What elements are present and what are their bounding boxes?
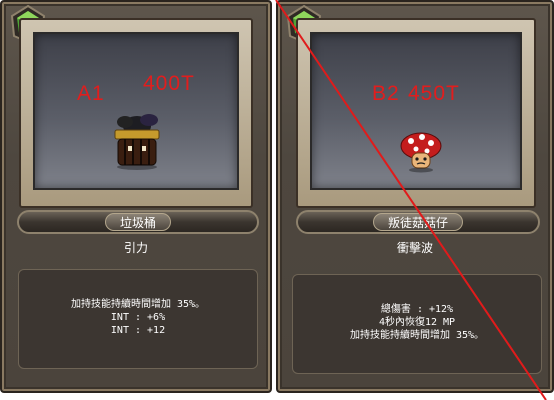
effects-box: 總傷害 : +12% 4秒內恢復12 MP 加持技能持續時間增加 35%。 <box>292 274 542 374</box>
red-mushroom-icon <box>400 132 442 173</box>
name-banner: 叛徒菇菇仔 <box>296 210 540 234</box>
card-name: 垃圾桶 <box>104 213 171 231</box>
card-price: 400T <box>143 72 195 95</box>
effect-line: 總傷害 : +12% <box>380 304 454 315</box>
effect-line: 4秒內恢復12 MP <box>378 317 456 328</box>
effect-line: 加持技能持續時間增加 35%。 <box>70 299 206 310</box>
portrait-frame: A1 400T <box>19 18 253 208</box>
skill-name: 引力 <box>123 241 148 255</box>
card-tag: B2 <box>372 82 400 105</box>
effect-line: INT : +6% <box>110 312 166 323</box>
effect-line: 加持技能持續時間增加 35%。 <box>349 330 485 341</box>
card-tag: A1 <box>77 82 105 105</box>
card-a[interactable]: A1 400T 垃圾桶 引力 加持技能持續時間增加 35%。 INT : +6%… <box>0 0 272 393</box>
trash-can-monster-icon <box>114 114 160 170</box>
portrait: A1 400T <box>33 32 239 190</box>
card-b[interactable]: B2 450T 叛徒菇菇仔 衝擊波 總傷害 : +12% 4秒內恢復12 MP … <box>276 0 554 393</box>
portrait-frame: B2 450T <box>296 18 536 208</box>
effect-line: INT : +12 <box>110 325 166 336</box>
name-banner: 垃圾桶 <box>17 210 259 234</box>
card-name: 叛徒菇菇仔 <box>372 213 463 231</box>
portrait: B2 450T <box>310 32 522 190</box>
skill-name: 衝擊波 <box>396 241 433 255</box>
card-price: 450T <box>408 82 460 105</box>
effects-box: 加持技能持續時間增加 35%。 INT : +6% INT : +12 <box>18 269 258 369</box>
